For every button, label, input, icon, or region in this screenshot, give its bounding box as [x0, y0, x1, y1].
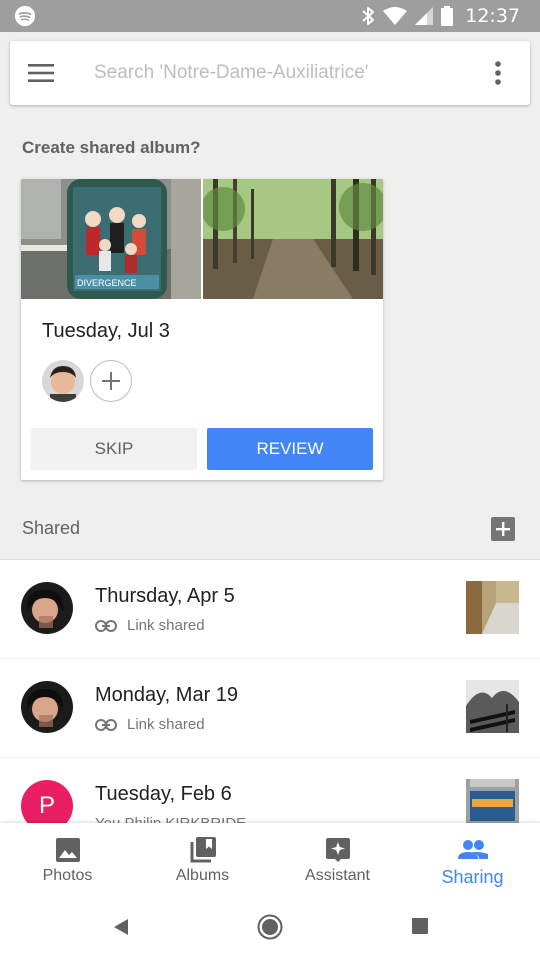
recents-icon[interactable] [411, 917, 429, 935]
plus-icon [102, 372, 120, 390]
clock: 12:37 [465, 5, 520, 27]
bluetooth-icon [362, 7, 375, 25]
search-bar [10, 41, 530, 105]
list-item[interactable]: P Tuesday, Feb 6 You Philip KIRKBRIDE [0, 758, 540, 823]
add-person-button[interactable] [90, 360, 132, 402]
nav-photos[interactable]: Photos [0, 823, 135, 897]
link-icon [95, 619, 117, 632]
plus-icon [496, 522, 510, 536]
nav-assistant[interactable]: Assistant [270, 823, 405, 897]
avatar [21, 582, 73, 634]
list-item-title: Monday, Mar 19 [95, 684, 239, 706]
wifi-icon [383, 7, 408, 25]
create-shared-album-heading: Create shared album? [22, 138, 201, 157]
avatar: P [21, 780, 73, 823]
album-thumbnail [466, 581, 519, 634]
album-thumbnail [466, 680, 519, 733]
shared-album-suggestion-card: DIVERGENCE Tuesday, Jul 3 SKIP REVIEW [21, 179, 383, 480]
suggestion-photo-poster[interactable]: DIVERGENCE [21, 179, 201, 299]
suggestion-photo-forest[interactable] [203, 179, 383, 299]
list-item-subtitle: You Philip KIRKBRIDE [95, 815, 246, 823]
list-item-title: Thursday, Apr 5 [95, 585, 235, 607]
list-item[interactable]: Monday, Mar 19 Link shared [0, 659, 540, 758]
shared-heading: Shared [22, 518, 81, 538]
shared-list: Thursday, Apr 5 Link shared Monday, Mar … [0, 559, 540, 823]
svg-text:DIVERGENCE: DIVERGENCE [77, 278, 137, 288]
link-icon [95, 718, 117, 731]
avatar [21, 681, 73, 733]
status-bar: 12:37 [0, 0, 540, 32]
photo-icon [55, 838, 80, 862]
nav-albums[interactable]: Albums [135, 823, 270, 897]
list-item-title: Tuesday, Feb 6 [95, 783, 232, 805]
person-avatar[interactable] [42, 360, 84, 402]
list-item-subtitle: Link shared [95, 617, 205, 634]
suggestion-date: Tuesday, Jul 3 [42, 320, 170, 342]
more-options-icon[interactable] [486, 59, 510, 87]
battery-icon [441, 6, 454, 26]
home-icon[interactable] [257, 914, 283, 940]
review-button[interactable]: REVIEW [207, 428, 373, 470]
skip-button[interactable]: SKIP [31, 428, 197, 470]
nav-sharing[interactable]: Sharing [405, 823, 540, 897]
people-icon [457, 840, 488, 859]
system-navigation-bar [0, 897, 540, 960]
assistant-icon [325, 838, 350, 862]
album-thumbnail [466, 779, 519, 823]
search-input[interactable] [94, 59, 474, 87]
add-shared-button[interactable] [491, 517, 515, 541]
hamburger-menu-icon[interactable] [28, 61, 54, 85]
list-item-subtitle: Link shared [95, 716, 205, 733]
list-item[interactable]: Thursday, Apr 5 Link shared [0, 560, 540, 659]
albums-icon [190, 837, 216, 863]
bottom-navigation: Photos Albums Assistant Sharing [0, 823, 540, 897]
signal-icon [415, 7, 434, 25]
spotify-icon [14, 5, 36, 27]
back-icon[interactable] [110, 916, 132, 938]
